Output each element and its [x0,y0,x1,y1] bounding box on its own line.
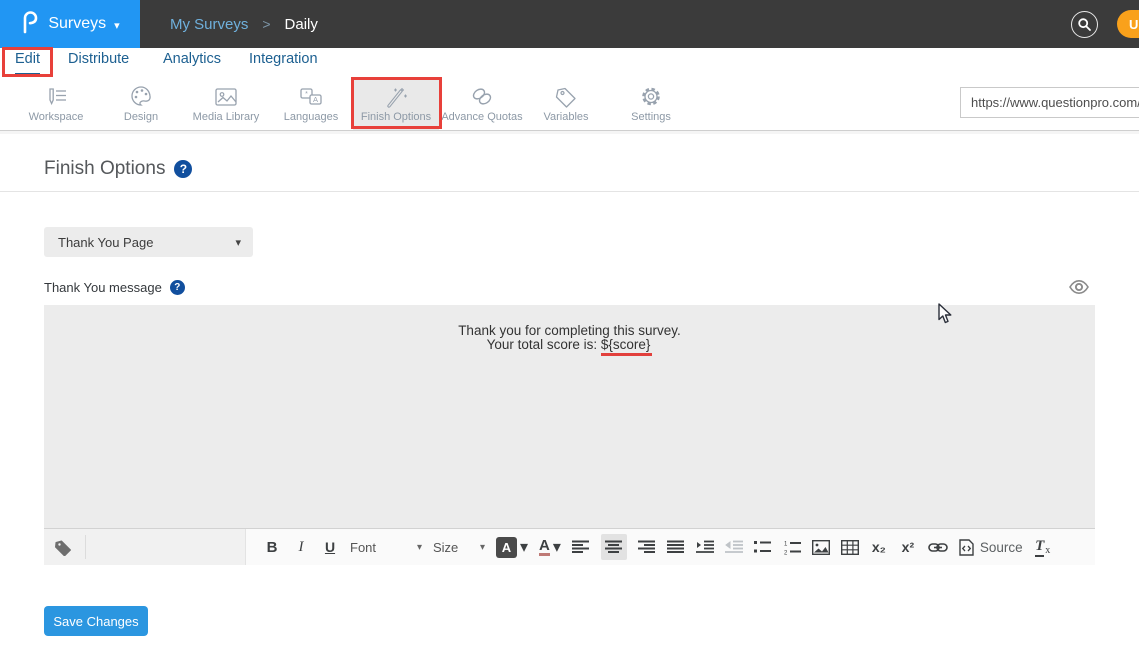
thank-you-message-editor: Thank you for completing this survey. Yo… [44,305,1095,565]
breadcrumb-current-survey: Daily [285,16,318,33]
breadcrumb-my-surveys[interactable]: My Surveys [170,16,248,33]
variables-icon [554,86,578,108]
save-changes-button[interactable]: Save Changes [44,606,148,636]
justify-button[interactable] [667,534,685,560]
size-select[interactable]: Size▾ [433,534,485,560]
insert-link-button[interactable] [928,534,948,560]
source-button[interactable]: Source [959,534,1023,560]
table-icon [841,540,859,555]
upgrade-button[interactable]: Up [1117,10,1139,38]
top-navigation-bar: Surveys ▾ My Surveys > Daily Up [0,0,1139,48]
toolbar-item-settings[interactable]: Settings [608,78,694,130]
link-icon [928,542,948,553]
toolbar-item-languages[interactable]: * A Languages [268,78,354,130]
survey-url-input[interactable] [960,87,1139,118]
text-color-button[interactable]: A▾ [539,534,561,560]
insert-variable-button[interactable] [44,535,86,559]
search-icon [1077,17,1092,32]
toolbar-item-finish-options[interactable]: Finish Options [353,78,439,130]
editor-toolbar: B I U Font▾ Size▾ A▾ A▾ [44,528,1095,565]
tag-icon [54,539,73,556]
image-icon [812,540,830,555]
chevron-down-icon: ▾ [114,19,120,32]
font-select[interactable]: Font▾ [350,534,422,560]
justify-icon [667,540,684,554]
design-icon [129,85,153,108]
section-divider [0,191,1139,192]
svg-text:2: 2 [784,550,788,555]
align-right-icon [638,540,655,554]
increase-indent-button[interactable] [696,534,714,560]
survey-tab-bar: Edit Distribute Analytics Integration [0,48,1139,78]
chevron-down-icon: ▾ [417,542,422,553]
tab-edit[interactable]: Edit [15,51,40,75]
bullet-list-button[interactable] [754,534,772,560]
toolbar-item-variables[interactable]: Variables [523,78,609,130]
toolbar-item-advance-quotas[interactable]: Advance Quotas [439,78,525,130]
toolbar-item-workspace[interactable]: Workspace [13,78,99,130]
help-icon[interactable]: ? [174,160,192,178]
svg-text:1: 1 [784,541,788,547]
chevron-down-icon: ▾ [553,537,561,557]
message-line-2: Your total score is: ${score} [44,338,1095,352]
editor-toolbar-left [44,529,246,565]
settings-icon [639,85,663,108]
page-title: Finish Options [44,158,165,180]
increase-indent-icon [696,540,714,554]
align-center-icon [605,540,622,554]
insert-table-button[interactable] [841,534,859,560]
tab-integration[interactable]: Integration [249,51,318,75]
chevron-down-icon: ▾ [480,542,485,553]
numbered-list-button[interactable]: 12 [783,534,801,560]
align-right-button[interactable] [638,534,656,560]
chevron-down-icon: ▾ [520,537,528,557]
message-line-1: Thank you for completing this survey. [44,324,1095,338]
align-center-button[interactable] [601,534,627,560]
svg-text:*: * [305,91,308,98]
subscript-button[interactable]: x₂ [870,534,888,560]
align-left-button[interactable] [572,534,590,560]
editor-toolbar-buttons: B I U Font▾ Size▾ A▾ A▾ [246,529,1095,565]
finish-option-type-select[interactable]: Thank You Page ▾ [44,227,253,257]
product-menu-label: Surveys [48,15,106,33]
eye-icon [1068,279,1090,295]
remove-format-button[interactable]: Tx [1034,534,1052,560]
decrease-indent-button[interactable] [725,534,743,560]
questionpro-logo-icon [20,10,40,39]
bold-button[interactable]: B [263,534,281,560]
preview-button[interactable] [1068,279,1090,300]
thank-you-message-label: Thank You message [44,280,162,295]
search-button[interactable] [1071,11,1098,38]
help-icon[interactable]: ? [170,280,185,295]
toolbar-item-design[interactable]: Design [98,78,184,130]
product-menu-surveys[interactable]: Surveys ▾ [0,0,140,48]
insert-image-button[interactable] [812,534,830,560]
tab-distribute[interactable]: Distribute [68,51,129,75]
background-color-button[interactable]: A▾ [496,534,528,560]
breadcrumb-separator: > [262,16,270,32]
svg-text:A: A [313,95,318,104]
toolbar-item-media-library[interactable]: Media Library [183,78,269,130]
tab-analytics[interactable]: Analytics [163,51,221,75]
edit-section-toolbar: Workspace Design Media Library * A [0,78,1139,131]
superscript-button[interactable]: x² [899,534,917,560]
media-library-icon [213,86,239,108]
bullet-list-icon [754,540,771,554]
editor-content-area[interactable]: Thank you for completing this survey. Yo… [44,305,1095,528]
score-variable-annotated: ${score} [601,337,653,356]
breadcrumb: My Surveys > Daily [170,0,318,48]
finish-option-selected-value: Thank You Page [44,235,235,250]
workspace-icon [43,86,69,108]
align-left-icon [572,540,589,554]
source-icon [959,539,974,556]
finish-options-icon [383,86,409,108]
numbered-list-icon: 12 [783,540,801,555]
chevron-down-icon: ▾ [235,236,253,249]
underline-button[interactable]: U [321,534,339,560]
decrease-indent-icon [725,540,743,554]
app-window: Surveys ▾ My Surveys > Daily Up Edit Dis… [0,0,1139,650]
italic-button[interactable]: I [292,534,310,560]
advance-quotas-icon [469,86,495,108]
languages-icon: * A [298,86,324,108]
